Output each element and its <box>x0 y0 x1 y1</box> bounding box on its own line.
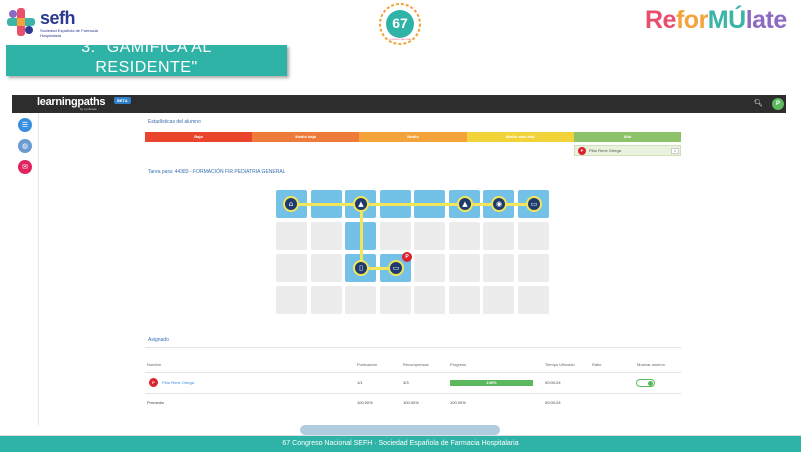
map-cell[interactable] <box>518 222 549 250</box>
reformulate-logo: ReforMÚlate <box>645 6 787 35</box>
level-bar: Bajo Medio bajo Medio Medio más alto Alt… <box>145 132 682 142</box>
student-name-link[interactable]: Pilar Rene Ortega <box>162 380 194 385</box>
map-cell[interactable] <box>345 286 376 314</box>
col-header-ratio[interactable]: Ratio <box>592 362 601 367</box>
search-icon[interactable]: 🔍︎ <box>754 99 763 107</box>
map-cell[interactable] <box>276 222 307 250</box>
divider <box>145 393 681 394</box>
map-cell[interactable] <box>483 286 514 314</box>
student-position-pin[interactable]: P <box>402 252 412 262</box>
graduation-cap-icon[interactable]: ▲ <box>353 196 369 212</box>
col-header-score[interactable]: Puntuación <box>357 362 377 367</box>
assigned-title: Asignado <box>148 337 169 343</box>
col-header-name[interactable]: Nombre <box>147 362 161 367</box>
graduation-cap-icon[interactable]: ▲ <box>457 196 473 212</box>
row-score: 1/1 <box>357 380 363 385</box>
col-header-rewards[interactable]: Recompensas <box>403 362 429 367</box>
average-label: Promedio <box>147 400 165 405</box>
sefh-cross-icon <box>7 8 35 36</box>
divider <box>145 372 681 373</box>
map-cell[interactable] <box>380 286 411 314</box>
user-avatar[interactable]: P <box>772 98 784 110</box>
map-cell[interactable] <box>414 222 445 250</box>
chat-icon[interactable]: ☰ <box>18 118 32 132</box>
level-segment: Medio bajo <box>252 132 360 142</box>
student-avatar: P <box>149 378 158 387</box>
banner-line-2: RESIDENTE" <box>95 59 198 76</box>
student-level-tag[interactable]: P Pilar Rene Ortega ✎ <box>574 145 681 156</box>
slide: sefh Sociedad Española de Farmacia Hospi… <box>0 0 801 452</box>
map-cell[interactable] <box>311 254 342 282</box>
map-cell[interactable] <box>414 254 445 282</box>
map-cell[interactable] <box>518 286 549 314</box>
course-title: Tarea para: 44383 - FORMACIÓN FIR PEDIAT… <box>148 169 286 175</box>
average-time: 00:00:24 <box>545 400 561 405</box>
map-cell[interactable] <box>449 286 480 314</box>
app-brand-sub: by symbiose <box>80 107 97 111</box>
map-cell[interactable] <box>276 286 307 314</box>
sefh-logo: sefh Sociedad Española de Farmacia Hospi… <box>6 5 106 41</box>
compass-icon[interactable]: ◉ <box>491 196 507 212</box>
map-cell[interactable] <box>380 222 411 250</box>
map-cell[interactable] <box>483 222 514 250</box>
col-header-show-student[interactable]: Mostrar alumno <box>637 362 665 367</box>
globe-icon[interactable]: ◍ <box>18 139 32 153</box>
stats-title: Estadísticas del alumno <box>148 119 201 125</box>
ticket-icon[interactable]: ▭ <box>388 260 404 276</box>
learning-path-map: ⌂ ▲ ▲ ◉ ▭ ▯ ▭ P <box>276 190 550 316</box>
level-segment: Medio más alto <box>466 132 574 142</box>
toggle-knob <box>648 381 653 386</box>
level-segment: Medio <box>359 132 467 142</box>
student-name: Pilar Rene Ortega <box>589 148 622 153</box>
sefh-wordmark: sefh <box>40 8 76 28</box>
congress-number: 67 <box>392 15 408 31</box>
row-time: 00:00:24 <box>545 380 561 385</box>
clipboard-icon[interactable]: ▯ <box>353 260 369 276</box>
col-header-time[interactable]: Tiempo Utilizado <box>545 362 575 367</box>
reformulate-part: MÚ <box>707 6 746 34</box>
edit-icon[interactable]: ✎ <box>671 148 679 154</box>
map-cell[interactable] <box>276 254 307 282</box>
average-score: 100.00% <box>357 400 373 405</box>
map-cell[interactable] <box>311 222 342 250</box>
map-cell[interactable] <box>483 254 514 282</box>
level-segment: Bajo <box>145 132 253 142</box>
congress-caption: CONGRESO NACIONAL <box>388 39 412 41</box>
student-avatar: P <box>578 147 586 155</box>
app-topbar: learningpaths by symbiose BETA 🔍︎ P <box>12 95 786 113</box>
reformulate-part: Re <box>645 6 676 34</box>
background-strip <box>300 425 500 435</box>
row-rewards: 3/3 <box>403 380 409 385</box>
home-icon[interactable]: ⌂ <box>283 196 299 212</box>
reformulate-part: late <box>745 6 788 34</box>
section-banner: 3. "GAMIFICA AL RESIDENTE" <box>6 45 287 76</box>
col-header-progress[interactable]: Progreso <box>450 362 466 367</box>
beta-badge: BETA <box>114 97 131 104</box>
reformulate-part: for <box>675 6 708 34</box>
map-cell[interactable] <box>414 286 445 314</box>
congress-badge: 67 CONGRESO NACIONAL <box>379 3 421 45</box>
ticket-icon[interactable]: ▭ <box>526 196 542 212</box>
slide-footer: 67 Congreso Nacional SEFH · Sociedad Esp… <box>0 435 801 452</box>
map-cell[interactable] <box>518 254 549 282</box>
map-cell[interactable] <box>311 286 342 314</box>
show-student-toggle[interactable] <box>636 379 655 387</box>
banner-line-1: 3. "GAMIFICA AL <box>81 45 212 56</box>
learningpaths-app: learningpaths by symbiose BETA 🔍︎ P ☰ ◍ … <box>12 95 786 425</box>
level-segment: Alto <box>573 132 682 142</box>
progress-bar: 100% <box>450 380 533 386</box>
app-sidebar: ☰ ◍ ✉ <box>12 113 39 425</box>
average-rewards: 100.00% <box>403 400 419 405</box>
map-cell[interactable] <box>449 222 480 250</box>
mail-icon[interactable]: ✉ <box>18 160 32 174</box>
map-cell[interactable] <box>449 254 480 282</box>
average-progress: 100.00% <box>450 400 466 405</box>
divider <box>145 347 681 348</box>
sefh-subtitle: Sociedad Española de Farmacia Hospitalar… <box>40 28 98 38</box>
